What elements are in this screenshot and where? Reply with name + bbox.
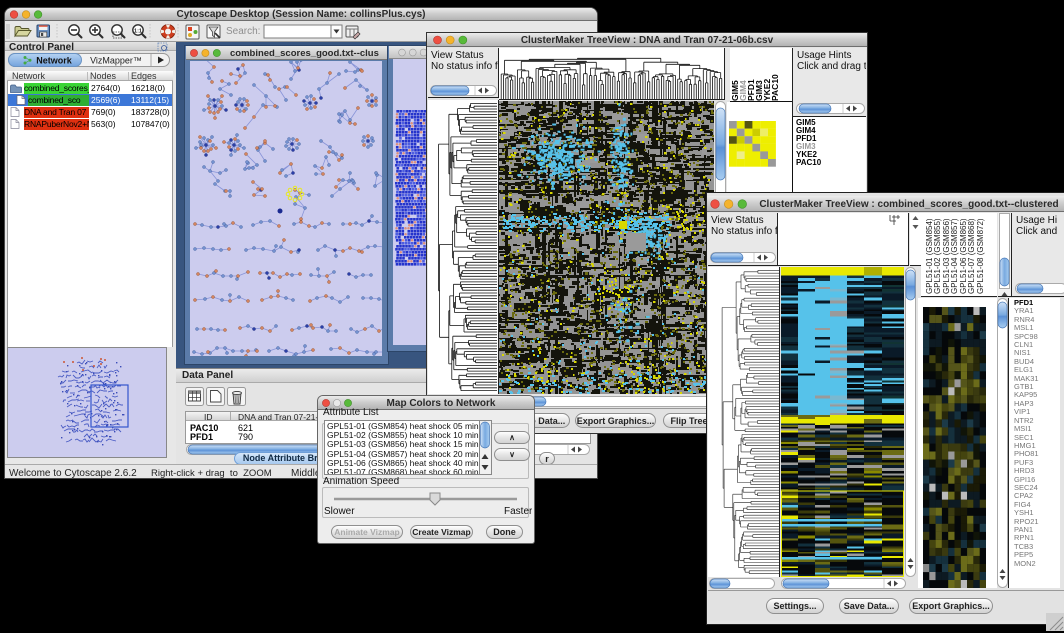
svg-text:1:1: 1:1 bbox=[134, 29, 142, 35]
svg-text:Network: Network bbox=[36, 56, 73, 66]
svg-text:VizMapper™: VizMapper™ bbox=[90, 56, 142, 66]
svg-text:Search:: Search: bbox=[226, 26, 260, 37]
svg-text:PAC10: PAC10 bbox=[770, 74, 780, 101]
